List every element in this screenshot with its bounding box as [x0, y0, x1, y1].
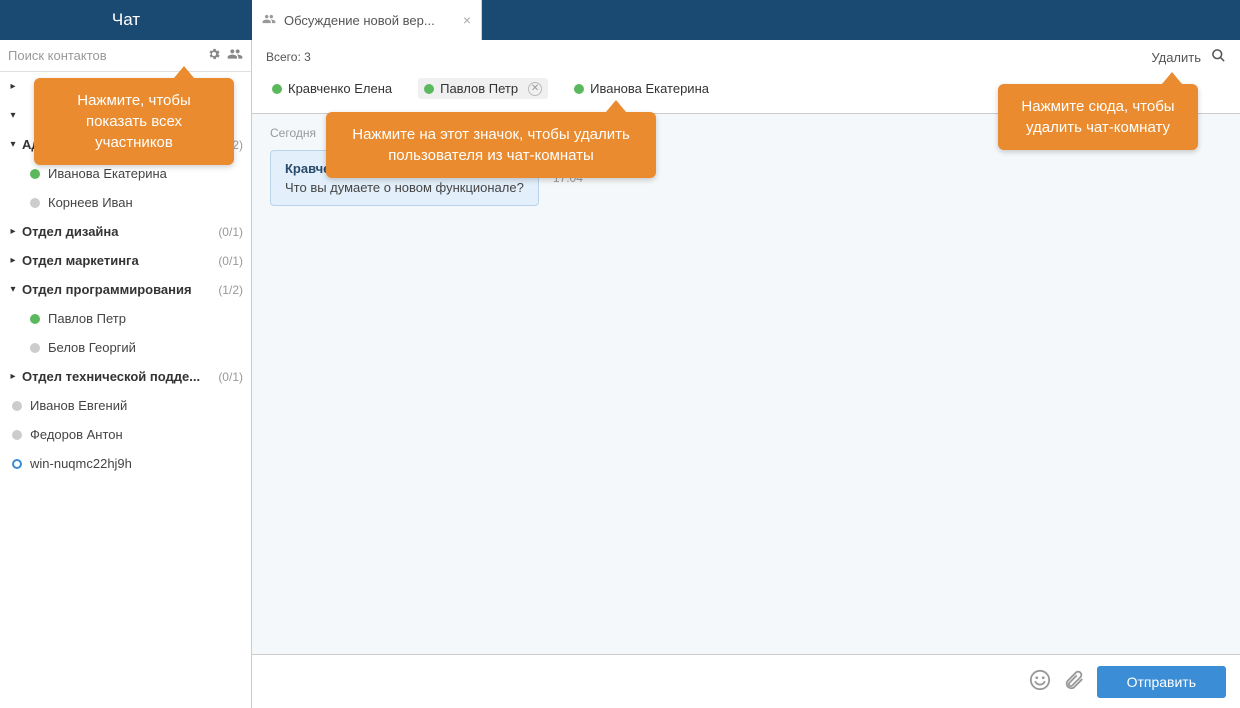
contact-item[interactable]: Федоров Антон — [0, 420, 251, 449]
tree-group-design[interactable]: Отдел дизайна (0/1) — [0, 217, 251, 246]
tree-group-marketing[interactable]: Отдел маркетинга (0/1) — [0, 246, 251, 275]
tab-discussion[interactable]: Обсуждение новой вер... × — [252, 0, 482, 40]
tree-group-programming[interactable]: Отдел программирования (1/2) — [0, 275, 251, 304]
tree-group-support[interactable]: Отдел технической подде... (0/1) — [0, 362, 251, 391]
emoji-icon[interactable] — [1029, 669, 1051, 694]
header-title: Чат — [0, 0, 252, 40]
tab-label: Обсуждение новой вер... — [284, 13, 455, 28]
search-input[interactable] — [8, 48, 201, 63]
chevron-down-icon — [8, 139, 18, 150]
callout-show-participants: Нажмите, чтобы показать всех участников — [34, 78, 234, 165]
chevron-right-icon — [8, 255, 18, 266]
contact-item[interactable]: Корнеев Иван — [0, 188, 251, 217]
status-online-icon — [30, 169, 40, 179]
status-online-icon — [424, 84, 434, 94]
status-offline-icon — [30, 198, 40, 208]
status-online-icon — [30, 314, 40, 324]
participant-chip[interactable]: Иванова Екатерина — [568, 78, 715, 99]
status-online-icon — [272, 84, 282, 94]
callout-delete-room: Нажмите сюда, чтобы удалить чат-комнату — [998, 84, 1198, 150]
app-header: Чат Обсуждение новой вер... × — [0, 0, 1240, 40]
chevron-down-icon — [8, 110, 18, 121]
remove-participant-icon[interactable]: ✕ — [528, 82, 542, 96]
attachment-icon[interactable] — [1063, 669, 1085, 694]
status-offline-icon — [30, 343, 40, 353]
group-icon — [262, 12, 276, 29]
composer: Отправить — [252, 654, 1240, 708]
participant-chip[interactable]: Кравченко Елена — [266, 78, 398, 99]
contact-item[interactable]: Павлов Петр — [0, 304, 251, 333]
send-button[interactable]: Отправить — [1097, 666, 1226, 698]
add-group-icon[interactable] — [227, 46, 243, 65]
contact-tree: Администрация (1/2) Иванова Екатерина Ко… — [0, 72, 251, 708]
chevron-down-icon — [8, 284, 18, 295]
participants-total: Всего: 3 — [266, 50, 1151, 64]
search-row — [0, 40, 251, 72]
delete-room-link[interactable]: Удалить — [1151, 50, 1201, 65]
status-circle-icon — [12, 459, 22, 469]
status-offline-icon — [12, 401, 22, 411]
gear-icon[interactable] — [207, 47, 221, 64]
contact-item[interactable]: Белов Георгий — [0, 333, 251, 362]
status-offline-icon — [12, 430, 22, 440]
contact-item[interactable]: win-nuqmc22hj9h — [0, 449, 251, 478]
chevron-right-icon — [8, 226, 18, 237]
participant-name: Иванова Екатерина — [590, 81, 709, 96]
messages-area: Сегодня Кравченко Елена Что вы думаете о… — [252, 114, 1240, 654]
status-online-icon — [574, 84, 584, 94]
participant-chip[interactable]: Павлов Петр ✕ — [418, 78, 548, 99]
contact-item[interactable]: Иванов Евгений — [0, 391, 251, 420]
close-icon[interactable]: × — [463, 12, 471, 28]
participant-name: Кравченко Елена — [288, 81, 392, 96]
callout-remove-user: Нажмите на этот значок, чтобы удалить по… — [326, 112, 656, 178]
participant-name: Павлов Петр — [440, 81, 518, 96]
chevron-right-icon — [8, 371, 18, 382]
chevron-right-icon — [8, 81, 18, 92]
search-icon[interactable] — [1211, 48, 1226, 66]
message-text: Что вы думаете о новом функционале? — [285, 180, 524, 195]
